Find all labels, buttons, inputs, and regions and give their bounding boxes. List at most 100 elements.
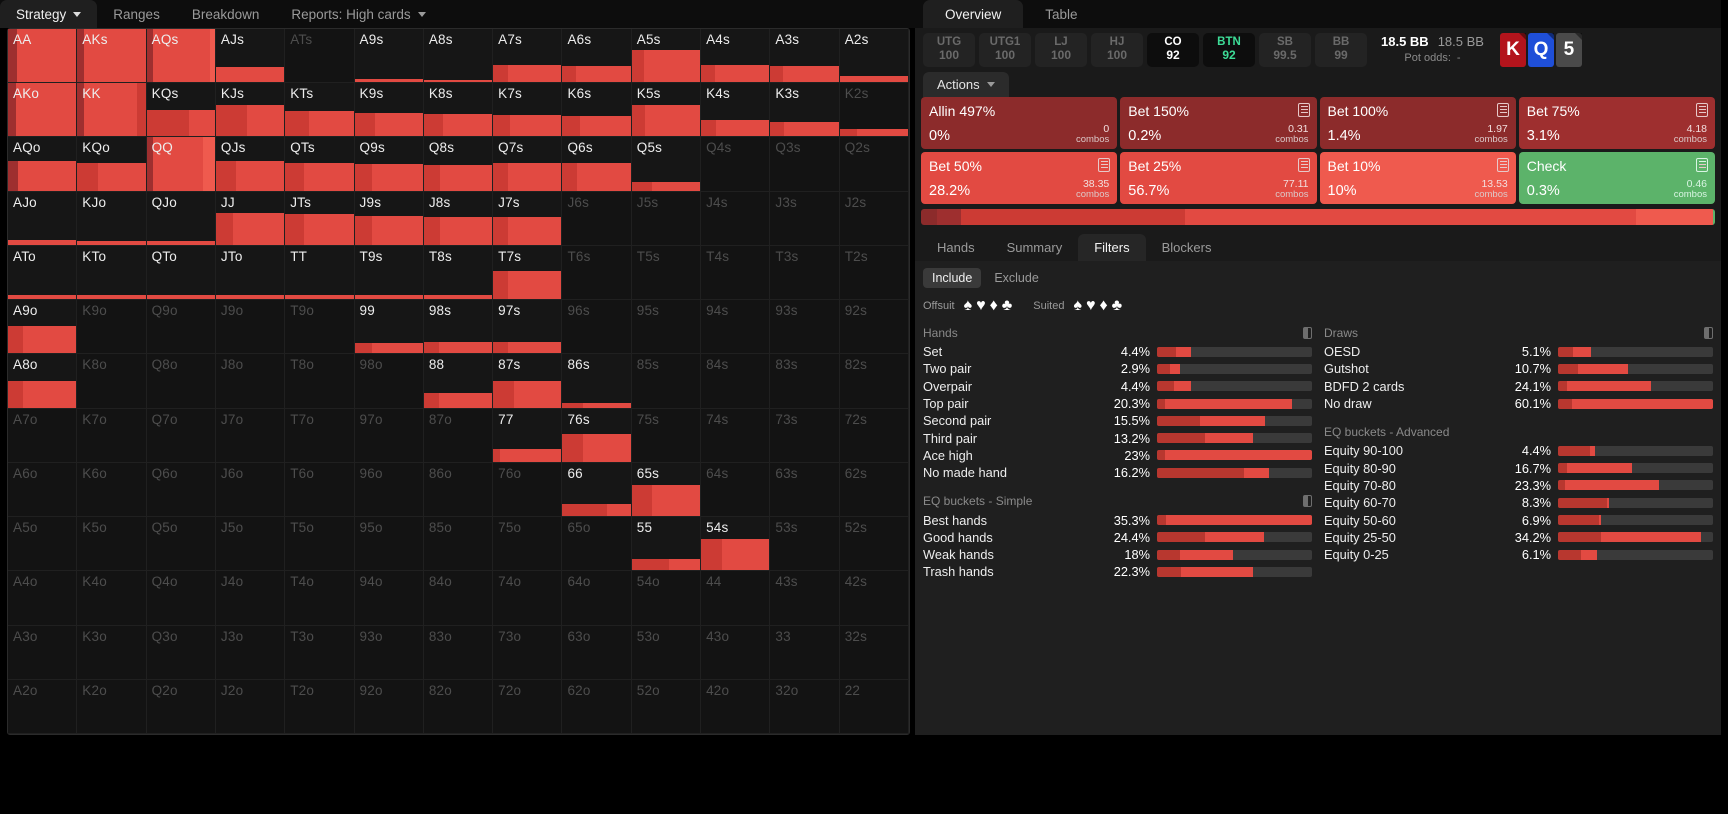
hand-cell-82s[interactable]: 82s: [839, 354, 909, 409]
hand-cell-QTo[interactable]: QTo: [146, 245, 216, 301]
hand-cell-J8s[interactable]: J8s: [423, 191, 494, 246]
hand-cell-AKs[interactable]: AKs: [77, 29, 147, 84]
hand-cell-Q7s[interactable]: Q7s: [493, 137, 563, 192]
detail-tab-summary[interactable]: Summary: [991, 234, 1079, 261]
hand-cell-T5o[interactable]: T5o: [285, 517, 355, 572]
hand-cell-64s[interactable]: 64s: [701, 462, 771, 518]
hand-cell-22[interactable]: 22: [839, 679, 909, 734]
hand-cell-98s[interactable]: 98s: [423, 300, 494, 355]
diamond-icon[interactable]: ♦: [990, 298, 998, 314]
hand-cell-T5s[interactable]: T5s: [631, 245, 702, 301]
hand-cell-KJo[interactable]: KJo: [77, 191, 147, 246]
hand-cell-95s[interactable]: 95s: [631, 300, 702, 355]
hand-cell-A7s[interactable]: A7s: [493, 29, 563, 84]
main-tab-reports-high-cards[interactable]: Reports: High cards: [275, 0, 441, 28]
hand-cell-52o[interactable]: 52o: [631, 679, 702, 734]
hand-cell-A3s[interactable]: A3s: [770, 29, 840, 84]
hand-cell-42s[interactable]: 42s: [839, 571, 909, 626]
hand-cell-K9o[interactable]: K9o: [77, 300, 147, 355]
hand-cell-K8s[interactable]: K8s: [423, 83, 494, 138]
hand-cell-A9s[interactable]: A9s: [354, 29, 424, 84]
hand-cell-83s[interactable]: 83s: [770, 354, 840, 409]
hand-cell-53o[interactable]: 53o: [631, 625, 702, 680]
hand-cell-J5o[interactable]: J5o: [215, 517, 286, 572]
hand-cell-73o[interactable]: 73o: [493, 625, 563, 680]
filter-row[interactable]: Second pair 15.5%: [923, 412, 1312, 429]
hand-cell-J4o[interactable]: J4o: [215, 571, 286, 626]
hand-cell-76s[interactable]: 76s: [562, 408, 632, 463]
hand-cell-J6o[interactable]: J6o: [215, 462, 286, 518]
filter-row[interactable]: Weak hands 18%: [923, 546, 1312, 563]
hand-cell-JTs[interactable]: JTs: [285, 191, 355, 246]
hand-cell-Q6o[interactable]: Q6o: [146, 462, 216, 518]
hand-cell-KK[interactable]: KK: [77, 83, 147, 138]
hand-cell-53s[interactable]: 53s: [770, 517, 840, 572]
main-tab-strategy[interactable]: Strategy: [0, 0, 98, 28]
hand-cell-JJ[interactable]: JJ: [215, 191, 286, 246]
hand-cell-65s[interactable]: 65s: [631, 462, 702, 518]
hand-cell-74s[interactable]: 74s: [701, 408, 771, 463]
filter-row[interactable]: Equity 50-60 6.9%: [1324, 511, 1713, 528]
hand-cell-J3s[interactable]: J3s: [770, 191, 840, 246]
hand-cell-96o[interactable]: 96o: [354, 462, 424, 518]
exclude-toggle[interactable]: Exclude: [985, 268, 1047, 288]
hand-cell-88[interactable]: 88: [423, 354, 494, 409]
position-utg[interactable]: UTG 100: [923, 32, 975, 67]
hand-cell-42o[interactable]: 42o: [701, 679, 771, 734]
hand-cell-Q5o[interactable]: Q5o: [146, 517, 216, 572]
hand-cell-AQs[interactable]: AQs: [146, 29, 216, 84]
action-allin-497-[interactable]: Allin 497% 0% 0 combos: [921, 97, 1118, 149]
position-lj[interactable]: LJ 100: [1035, 32, 1087, 67]
hand-cell-52s[interactable]: 52s: [839, 517, 909, 572]
position-sb[interactable]: SB 99.5: [1259, 32, 1311, 67]
hand-cell-93s[interactable]: 93s: [770, 300, 840, 355]
board-card-k[interactable]: K: [1499, 32, 1526, 67]
position-utg1[interactable]: UTG1 100: [979, 32, 1031, 67]
hand-cell-Q9s[interactable]: Q9s: [354, 137, 424, 192]
club-icon[interactable]: ♣: [1002, 298, 1013, 314]
action-check[interactable]: Check 0.3% 0.46 combos: [1518, 152, 1715, 204]
filter-row[interactable]: Equity 80-90 16.7%: [1324, 459, 1713, 476]
hand-cell-32o[interactable]: 32o: [770, 679, 840, 734]
hand-cell-A5s[interactable]: A5s: [631, 29, 702, 84]
filter-row[interactable]: Set 4.4%: [923, 343, 1312, 360]
hand-cell-A2o[interactable]: A2o: [8, 679, 78, 734]
hand-cell-A9o[interactable]: A9o: [8, 300, 78, 355]
hand-cell-K2s[interactable]: K2s: [839, 83, 909, 138]
hand-cell-87s[interactable]: 87s: [493, 354, 563, 409]
hand-cell-ATs[interactable]: ATs: [285, 29, 355, 84]
hand-cell-95o[interactable]: 95o: [354, 517, 424, 572]
heart-suited-icon[interactable]: ♥: [1086, 298, 1096, 314]
filter-row[interactable]: Equity 90-100 4.4%: [1324, 442, 1713, 459]
hand-cell-T6o[interactable]: T6o: [285, 462, 355, 518]
hand-cell-66[interactable]: 66: [562, 462, 632, 518]
document-icon[interactable]: [1696, 103, 1708, 117]
detail-tab-hands[interactable]: Hands: [921, 234, 991, 261]
hand-cell-T8o[interactable]: T8o: [285, 354, 355, 409]
actions-tab[interactable]: Actions: [923, 72, 1009, 97]
hand-cell-J9s[interactable]: J9s: [354, 191, 424, 246]
board-card-q[interactable]: Q: [1527, 32, 1554, 67]
diamond-suited-icon[interactable]: ♦: [1099, 298, 1107, 314]
hand-cell-KTs[interactable]: KTs: [285, 83, 355, 138]
hand-cell-J5s[interactable]: J5s: [631, 191, 702, 246]
document-icon[interactable]: [1696, 158, 1708, 172]
filter-row[interactable]: Two pair 2.9%: [923, 360, 1312, 377]
hand-cell-KQo[interactable]: KQo: [77, 137, 147, 192]
hand-cell-AJs[interactable]: AJs: [215, 29, 286, 84]
hand-cell-J8o[interactable]: J8o: [215, 354, 286, 409]
hand-cell-55[interactable]: 55: [631, 517, 702, 572]
filter-row[interactable]: BDFD 2 cards 24.1%: [1324, 378, 1713, 395]
hand-cell-J3o[interactable]: J3o: [215, 625, 286, 680]
hand-cell-K6s[interactable]: K6s: [562, 83, 632, 138]
action-bet-25-[interactable]: Bet 25% 56.7% 77.11 combos: [1120, 152, 1317, 204]
filter-row[interactable]: Equity 60-70 8.3%: [1324, 494, 1713, 511]
hand-cell-A6s[interactable]: A6s: [562, 29, 632, 84]
hand-cell-87o[interactable]: 87o: [423, 408, 494, 463]
document-icon[interactable]: [1297, 103, 1310, 117]
hand-cell-43o[interactable]: 43o: [701, 625, 771, 680]
hand-cell-96s[interactable]: 96s: [562, 300, 632, 355]
hand-cell-A6o[interactable]: A6o: [8, 462, 78, 518]
hand-cell-JTo[interactable]: JTo: [215, 245, 286, 301]
hand-cell-A3o[interactable]: A3o: [8, 625, 78, 680]
